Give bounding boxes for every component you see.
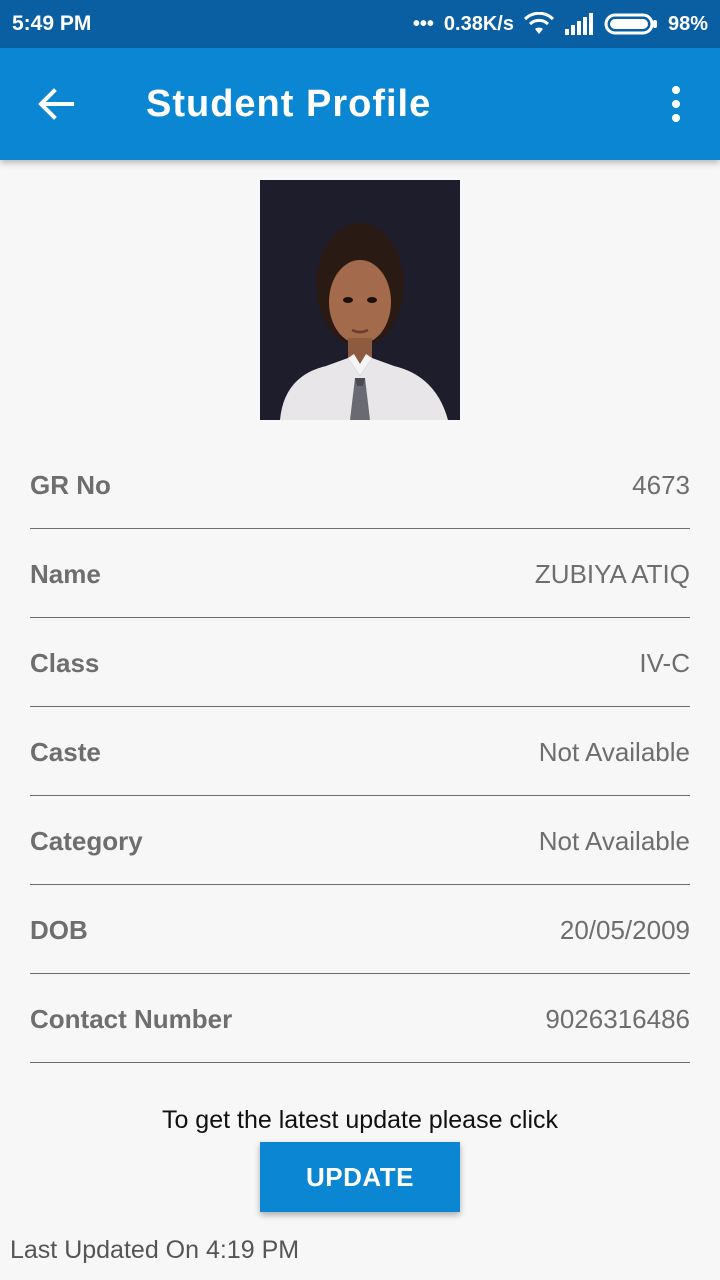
row-label: Name xyxy=(30,558,101,589)
update-hint: To get the latest update please click xyxy=(161,1106,559,1134)
row-value: IV-C xyxy=(639,647,690,678)
profile-row-caste: Caste Not Available xyxy=(30,707,690,796)
status-indicators: ••• 0.38K/s 98% xyxy=(413,12,708,36)
profile-row-category: Category Not Available xyxy=(30,796,690,885)
page-title: Student Profile xyxy=(146,83,432,125)
row-label: Caste xyxy=(30,736,101,767)
signal-icon xyxy=(564,13,593,35)
profile-row-name: Name ZUBIYA ATIQ xyxy=(30,529,690,618)
profile-row-gr-no: GR No 4673 xyxy=(30,440,690,529)
more-vert-icon[interactable] xyxy=(664,84,688,124)
row-value: Not Available xyxy=(538,825,690,856)
row-value: 9026316486 xyxy=(545,1003,690,1034)
battery-icon xyxy=(604,13,657,35)
profile-details: GR No 4673 Name ZUBIYA ATIQ Class IV-C C… xyxy=(30,440,690,1063)
row-value: 20/05/2009 xyxy=(559,914,690,945)
row-label: Class xyxy=(30,647,100,678)
battery-percent: 98% xyxy=(667,12,708,35)
profile-row-class: Class IV-C xyxy=(30,618,690,707)
screen: 5:49 PM ••• 0.38K/s 98% Student Profile … xyxy=(0,0,720,1280)
row-value: Not Available xyxy=(538,736,690,767)
row-label: GR No xyxy=(30,469,111,500)
update-button[interactable]: UPDATE xyxy=(260,1142,460,1212)
row-label: DOB xyxy=(30,914,88,945)
profile-row-dob: DOB 20/05/2009 xyxy=(30,885,690,974)
dots-icon: ••• xyxy=(412,12,434,35)
status-time: 5:49 PM xyxy=(12,12,92,35)
student-photo xyxy=(260,180,460,420)
row-label: Contact Number xyxy=(30,1003,233,1034)
network-speed: 0.38K/s xyxy=(443,12,514,35)
app-bar: Student Profile xyxy=(0,48,720,160)
arrow-back-icon[interactable] xyxy=(36,84,76,124)
profile-row-contact-number: Contact Number 9026316486 xyxy=(30,974,690,1063)
row-value: 4673 xyxy=(632,469,690,500)
wifi-icon xyxy=(523,12,554,34)
row-label: Category xyxy=(30,825,143,856)
row-value: ZUBIYA ATIQ xyxy=(534,558,690,589)
last-updated-text: Last Updated On 4:19 PM xyxy=(10,1236,300,1264)
status-bar: 5:49 PM ••• 0.38K/s 98% xyxy=(0,0,720,48)
